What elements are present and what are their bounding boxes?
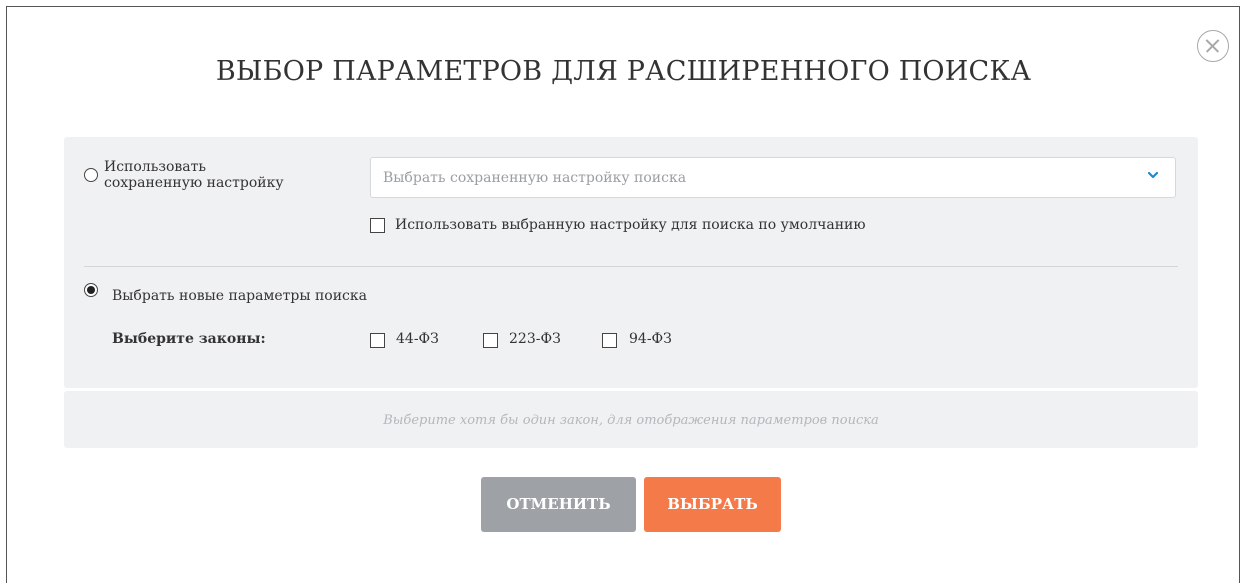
law-94-checkbox[interactable] (602, 333, 617, 348)
law-223-label: 223-ФЗ (509, 331, 561, 347)
chevron-down-icon (1148, 171, 1158, 179)
cancel-button[interactable]: ОТМЕНИТЬ (481, 477, 636, 532)
law-223-checkbox[interactable] (483, 333, 498, 348)
default-setting-checkbox[interactable] (370, 218, 385, 233)
new-params-label: Выбрать новые параметры поиска (112, 288, 367, 304)
new-params-radio[interactable] (84, 283, 98, 297)
saved-setting-radio[interactable] (84, 168, 98, 182)
dialog-title: ВЫБОР ПАРАМЕТРОВ ДЛЯ РАСШИРЕННОГО ПОИСКА (215, 56, 1032, 87)
saved-setting-label: Использовать сохраненную настройку (104, 159, 284, 191)
saved-setting-label-line2: сохраненную настройку (104, 175, 284, 191)
law-44-checkbox[interactable] (370, 333, 385, 348)
default-setting-label: Использовать выбранную настройку для пои… (395, 217, 866, 233)
saved-setting-label-line1: Использовать (104, 159, 206, 175)
saved-setting-placeholder: Выбрать сохраненную настройку поиска (383, 170, 687, 186)
laws-label: Выберите законы: (112, 331, 266, 347)
hint-text: Выберите хотя бы один закон, для отображ… (383, 413, 879, 428)
law-44-label: 44-ФЗ (396, 331, 439, 347)
select-button[interactable]: ВЫБРАТЬ (644, 477, 781, 532)
law-94-label: 94-ФЗ (629, 331, 672, 347)
section-divider (84, 266, 1178, 267)
saved-setting-select[interactable]: Выбрать сохраненную настройку поиска (370, 157, 1176, 198)
